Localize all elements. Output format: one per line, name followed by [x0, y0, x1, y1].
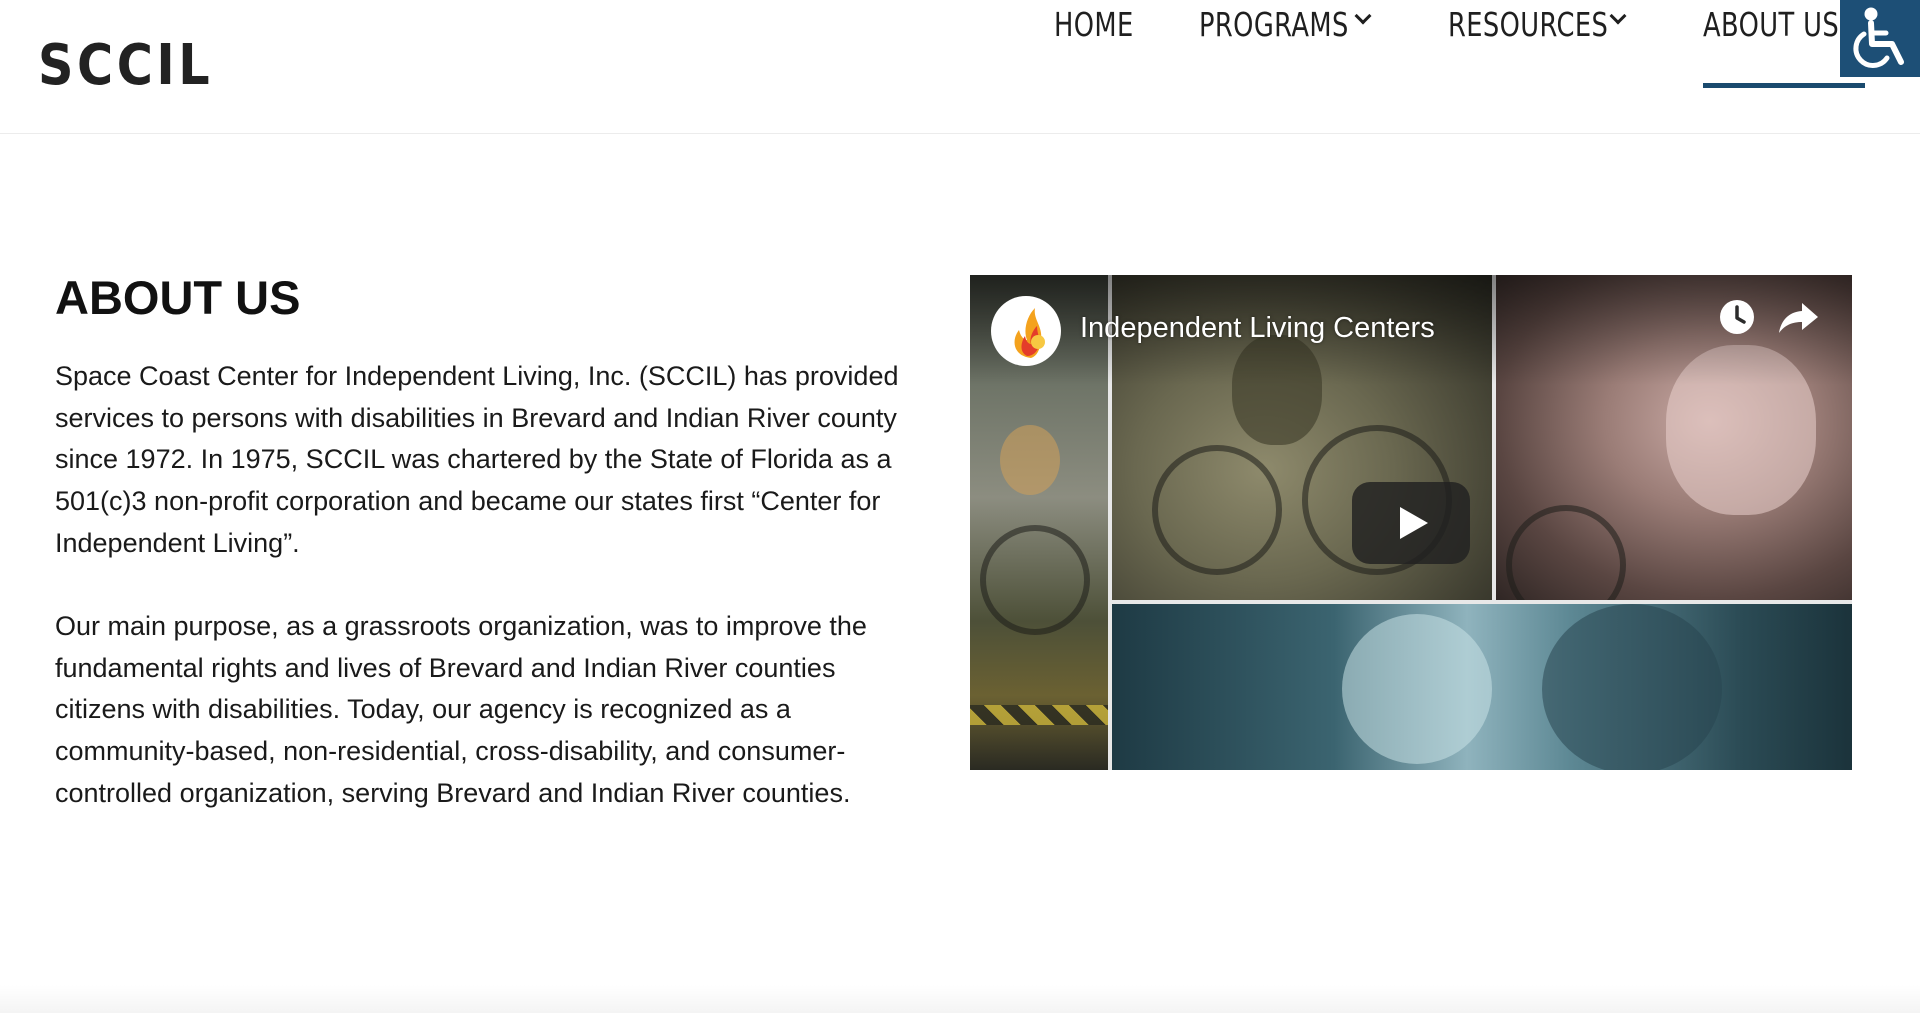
share-icon[interactable] — [1776, 295, 1820, 339]
nav-home[interactable]: HOME — [1054, 0, 1156, 48]
site-logo[interactable]: SCCIL — [38, 34, 213, 98]
nav-resources[interactable]: RESOURCES — [1448, 0, 1653, 48]
play-icon — [1400, 507, 1428, 539]
about-paragraph-1: Space Coast Center for Independent Livin… — [55, 361, 899, 558]
video-title[interactable]: Independent Living Centers — [1080, 312, 1435, 345]
channel-logo-icon[interactable] — [991, 296, 1061, 366]
wheelchair-icon — [1853, 7, 1904, 68]
nav-about-us-label: ABOUT US — [1703, 4, 1840, 44]
nav-resources-label: RESOURCES — [1448, 4, 1609, 44]
site-header: SCCIL HOME PROGRAMS RESOURCES ABOUT US — [0, 0, 1920, 134]
chevron-down-icon — [1354, 7, 1372, 25]
nav-home-label: HOME — [1054, 4, 1134, 44]
page-title: ABOUT US — [55, 271, 301, 324]
video-thumbnail-bottom — [1112, 604, 1852, 770]
about-paragraph-2: Our main purpose, as a grassroots organi… — [55, 611, 867, 808]
play-button[interactable] — [1352, 482, 1470, 564]
watch-later-icon[interactable] — [1715, 295, 1759, 339]
footer-edge — [0, 985, 1920, 1013]
accessibility-button[interactable] — [1840, 0, 1920, 77]
active-nav-indicator — [1703, 83, 1865, 88]
nav-programs-label: PROGRAMS — [1199, 4, 1349, 44]
chevron-down-icon — [1609, 7, 1627, 25]
video-embed[interactable]: Independent Living Centers — [970, 275, 1852, 770]
nav-programs[interactable]: PROGRAMS — [1199, 0, 1391, 48]
